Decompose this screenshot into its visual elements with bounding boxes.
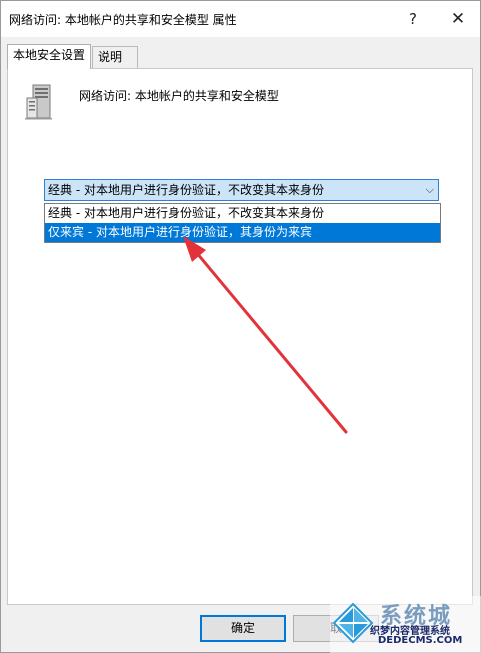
tab-local-security-setting[interactable]: 本地安全设置 <box>7 44 92 69</box>
dropdown-list: 经典 - 对本地用户进行身份验证，不改变其本来身份 仅来宾 - 对本地用户进行身… <box>44 203 441 243</box>
window-title: 网络访问: 本地帐户的共享和安全模型 属性 <box>9 13 237 27</box>
watermark: 系统城 织梦内容管理系统 DEDECMS.COM <box>330 596 481 653</box>
windows-logo-icon <box>332 602 374 644</box>
security-model-select[interactable]: 经典 - 对本地用户进行身份验证，不改变其本来身份 ⌵ <box>44 179 439 201</box>
option-classic[interactable]: 经典 - 对本地用户进行身份验证，不改变其本来身份 <box>45 204 440 223</box>
select-value: 经典 - 对本地用户进行身份验证，不改变其本来身份 <box>48 183 324 197</box>
close-button[interactable]: ✕ <box>444 5 472 33</box>
tab-panel: 网络访问: 本地帐户的共享和安全模型 经典 - 对本地用户进行身份验证，不改变其… <box>7 68 473 605</box>
properties-dialog: 网络访问: 本地帐户的共享和安全模型 属性 ? ✕ 本地安全设置 说明 网络访问… <box>0 0 481 653</box>
server-policy-icon <box>25 84 52 120</box>
chevron-down-icon[interactable]: ⌵ <box>426 180 434 200</box>
ok-button[interactable]: 确定 <box>200 615 286 642</box>
policy-title: 网络访问: 本地帐户的共享和安全模型 <box>79 89 279 103</box>
help-button[interactable]: ? <box>399 5 427 33</box>
tab-explain[interactable]: 说明 <box>92 46 138 68</box>
title-bar: 网络访问: 本地帐户的共享和安全模型 属性 ? ✕ <box>1 1 480 37</box>
watermark-url: DEDECMS.COM <box>378 635 463 646</box>
option-guest-only[interactable]: 仅来宾 - 对本地用户进行身份验证，其身份为来宾 <box>45 223 440 242</box>
